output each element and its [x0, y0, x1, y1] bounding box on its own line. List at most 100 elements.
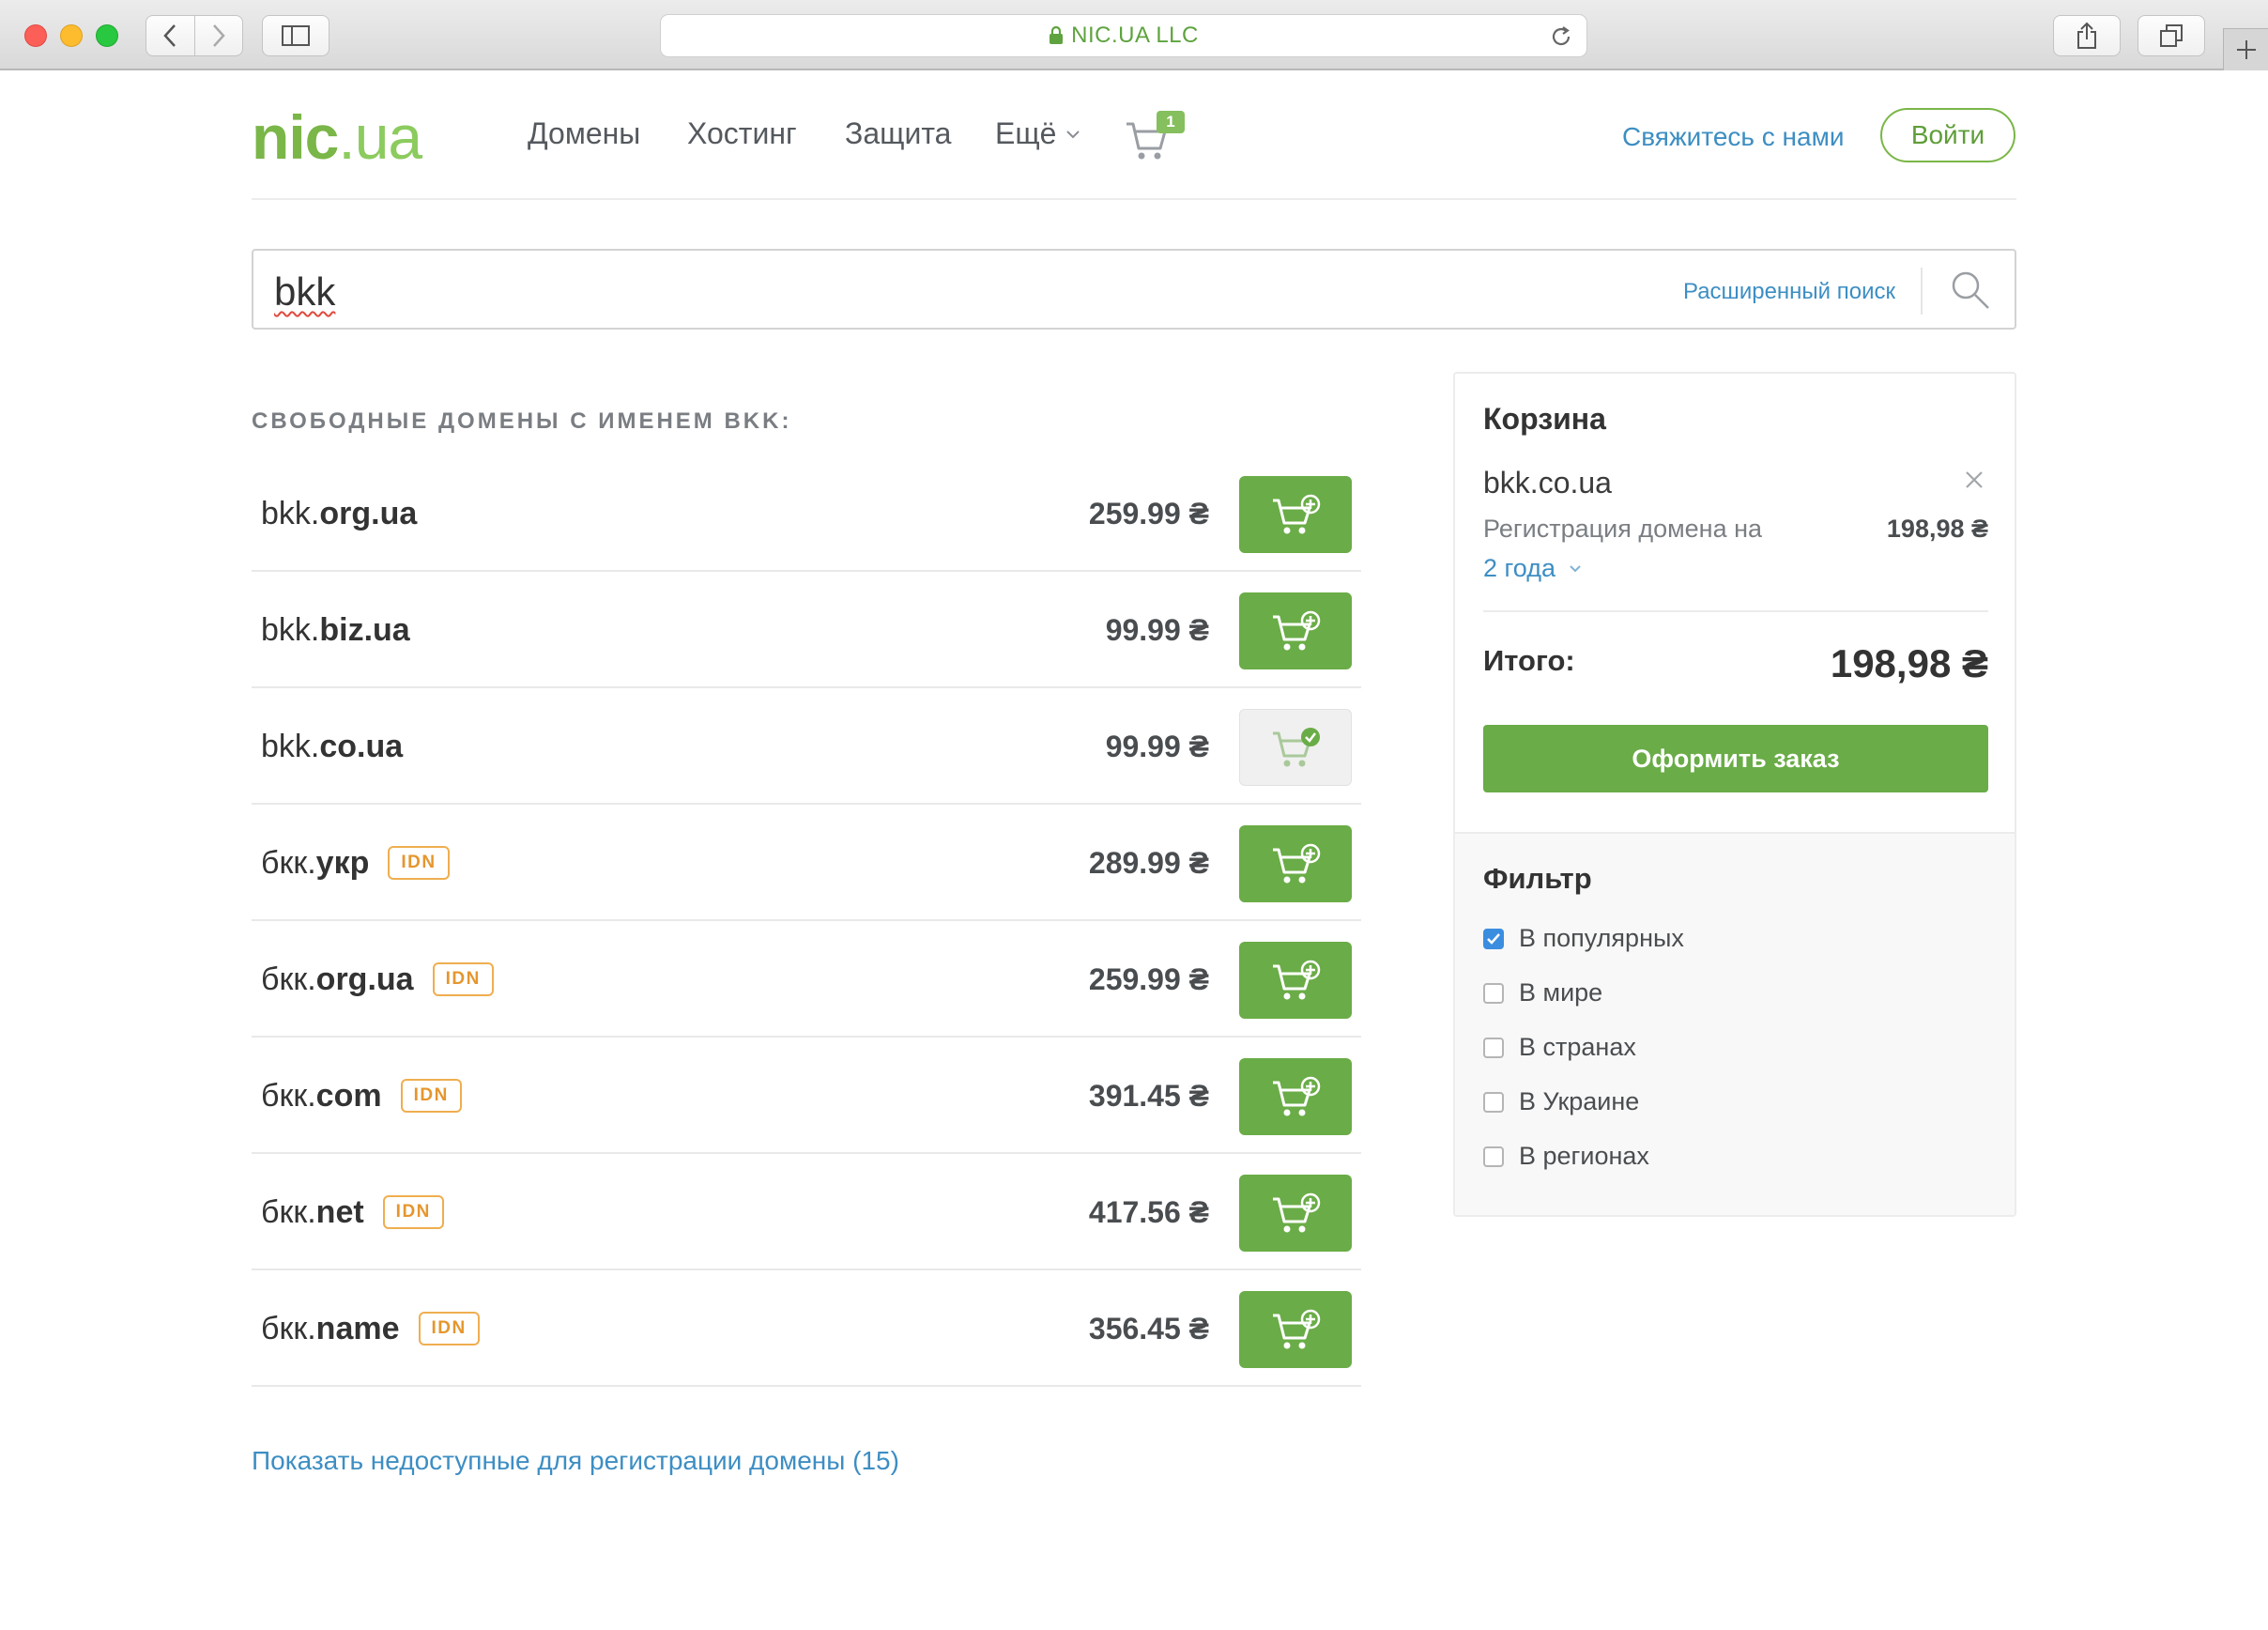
logo-suffix: .ua — [338, 102, 422, 172]
filter-checkbox[interactable] — [1483, 982, 1504, 1004]
site-logo[interactable]: nic.ua — [252, 101, 422, 173]
filter-option[interactable]: В популярных — [1483, 924, 1684, 953]
domain-name: бкк. net IDN — [261, 1154, 444, 1270]
close-window-button[interactable] — [24, 24, 47, 47]
basket-item-price: 198,98 ₴ — [1886, 515, 1988, 543]
domain-label: bkk. — [261, 611, 320, 648]
nav-domains[interactable]: Домены — [528, 116, 640, 151]
chevron-down-icon — [1066, 130, 1080, 138]
in-cart-button[interactable] — [1239, 709, 1352, 786]
domain-price: 391.45 ₴ — [1088, 1078, 1209, 1113]
close-icon[interactable] — [1964, 469, 1984, 490]
search-icon[interactable] — [1950, 269, 1991, 311]
domain-result-row: bkk. co.ua 99.99 ₴ — [252, 688, 1361, 805]
filter-option-label: В странах — [1519, 1033, 1636, 1061]
domain-label: бкк. — [261, 844, 316, 881]
checkout-button[interactable]: Оформить заказ — [1483, 725, 1988, 792]
filter-checkbox[interactable] — [1483, 1037, 1504, 1058]
domain-price: 259.99 ₴ — [1088, 961, 1209, 996]
domain-price: 99.99 ₴ — [1105, 612, 1209, 647]
domain-price: 289.99 ₴ — [1088, 845, 1209, 880]
basket-registration-label: Регистрация домена на — [1483, 515, 1763, 543]
filter-option-label: В регионах — [1519, 1142, 1649, 1170]
address-bar[interactable]: NIC.UA LLC — [660, 14, 1587, 57]
sidebar-toggle-button[interactable] — [262, 15, 329, 56]
filter-option[interactable]: В Украине — [1483, 1087, 1639, 1116]
minimize-window-button[interactable] — [60, 24, 83, 47]
idn-badge: IDN — [400, 1079, 462, 1113]
header-divider — [252, 198, 2016, 200]
search-divider — [1921, 268, 1923, 315]
filter-checkbox[interactable] — [1483, 928, 1504, 949]
history-nav — [146, 15, 243, 56]
sidebar-icon — [282, 25, 310, 46]
basket-item-domain: bkk.co.ua — [1483, 466, 1612, 500]
idn-badge: IDN — [432, 962, 494, 996]
filter-option-label: В популярных — [1519, 924, 1684, 952]
back-button[interactable] — [146, 16, 194, 55]
zoom-window-button[interactable] — [96, 24, 118, 47]
reload-icon[interactable] — [1549, 24, 1573, 49]
filter-option[interactable]: В странах — [1483, 1033, 1636, 1062]
cart-count-badge: 1 — [1157, 111, 1185, 133]
show-tabs-button[interactable] — [2138, 15, 2205, 56]
basket-title: Корзина — [1483, 402, 1606, 436]
add-to-cart-icon — [1273, 610, 1321, 651]
lock-icon — [1050, 26, 1064, 44]
add-to-cart-icon — [1273, 1309, 1321, 1349]
filter-checkbox[interactable] — [1483, 1146, 1504, 1167]
checkmark-icon — [1487, 932, 1500, 945]
add-to-cart-button[interactable] — [1239, 476, 1352, 553]
chevron-down-icon — [1570, 565, 1581, 573]
filter-option[interactable]: В мире — [1483, 978, 1602, 1007]
forward-button[interactable] — [193, 16, 242, 55]
contact-us-link[interactable]: Свяжитесь с нами — [1622, 122, 1844, 152]
chevron-left-icon — [163, 24, 176, 47]
add-to-cart-button[interactable] — [1239, 825, 1352, 902]
nav-hosting[interactable]: Хостинг — [687, 116, 797, 151]
add-to-cart-button[interactable] — [1239, 592, 1352, 669]
advanced-search-link[interactable]: Расширенный поиск — [1683, 279, 1895, 305]
url-text: NIC.UA LLC — [1071, 23, 1199, 48]
browser-toolbar: NIC.UA LLC — [0, 0, 2268, 70]
add-to-cart-button[interactable] — [1239, 1175, 1352, 1252]
domain-label: bkk. — [261, 728, 320, 764]
add-to-cart-icon — [1273, 843, 1321, 884]
share-button[interactable] — [2053, 15, 2121, 56]
add-to-cart-button[interactable] — [1239, 942, 1352, 1019]
tabs-icon — [2160, 24, 2183, 47]
domain-label: бкк. — [261, 1077, 316, 1114]
domain-zone: net — [315, 1193, 364, 1230]
domain-zone: com — [315, 1077, 382, 1114]
total-value: 198,98 ₴ — [1830, 641, 1988, 685]
filter-checkbox[interactable] — [1483, 1091, 1504, 1113]
registration-period-select[interactable]: 2 года — [1483, 554, 1582, 583]
nav-protection[interactable]: Защита — [845, 116, 951, 151]
logo-main: nic — [252, 102, 339, 172]
domain-result-row: бкк. net IDN 417.56 ₴ — [252, 1154, 1361, 1270]
registration-period-value: 2 года — [1483, 554, 1555, 582]
idn-badge: IDN — [382, 1195, 444, 1229]
domain-name: бкк. укр IDN — [261, 805, 450, 921]
show-unavailable-link[interactable]: Показать недоступные для регистрации дом… — [252, 1446, 899, 1476]
login-button[interactable]: Войти — [1880, 108, 2015, 162]
chevron-right-icon — [213, 24, 225, 47]
domain-result-row: bkk. biz.ua 99.99 ₴ — [252, 572, 1361, 688]
domain-name: bkk. org.ua — [261, 455, 417, 572]
domain-result-row: бкк. укр IDN 289.99 ₴ — [252, 805, 1361, 921]
add-to-cart-button[interactable] — [1239, 1291, 1352, 1368]
basket-divider — [1483, 610, 1988, 612]
domain-result-row: бкк. com IDN 391.45 ₴ — [252, 1038, 1361, 1154]
header-cart[interactable]: 1 — [1125, 111, 1185, 160]
add-to-cart-button[interactable] — [1239, 1058, 1352, 1135]
domain-search-box[interactable]: bkk Расширенный поиск — [252, 249, 2016, 330]
filter-title: Фильтр — [1483, 862, 1592, 895]
search-input[interactable]: bkk — [274, 269, 335, 315]
add-to-cart-icon — [1273, 960, 1321, 1000]
add-to-cart-icon — [1273, 494, 1321, 534]
new-tab-button[interactable] — [2223, 28, 2268, 70]
domain-label: бкк. — [261, 1193, 316, 1230]
filter-option[interactable]: В регионах — [1483, 1142, 1649, 1171]
nav-more[interactable]: Ещё — [995, 116, 1080, 151]
domain-name: bkk. co.ua — [261, 688, 403, 805]
